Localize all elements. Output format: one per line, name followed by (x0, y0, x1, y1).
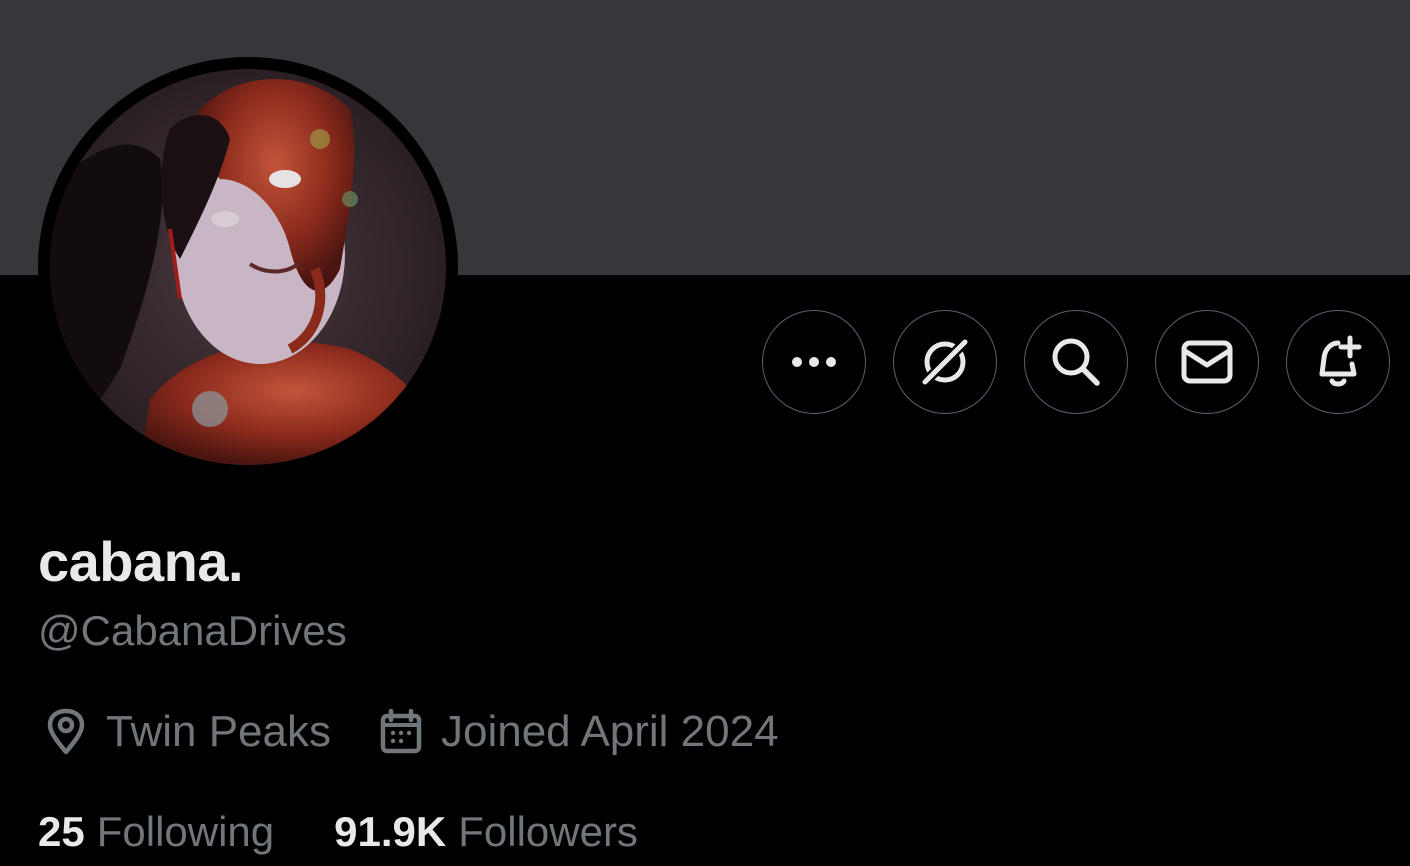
calendar-icon (375, 706, 427, 758)
following-count: 25 (38, 808, 85, 855)
profile-meta: Twin Peaks Joined April 2024 (40, 702, 823, 762)
envelope-icon (1181, 340, 1233, 384)
avatar-image (50, 69, 446, 465)
grok-icon (919, 336, 971, 388)
message-button[interactable] (1155, 310, 1259, 414)
followers-count: 91.9K (334, 808, 447, 855)
followers-link[interactable]: 91.9K Followers (334, 808, 638, 856)
display-name: cabana. (38, 530, 244, 593)
joined-item: Joined April 2024 (375, 706, 779, 758)
profile-stats: 25 Following 91.9K Followers (38, 802, 698, 862)
search-icon (1052, 338, 1100, 386)
location-text: Twin Peaks (106, 707, 331, 756)
avatar[interactable] (50, 69, 446, 465)
user-handle: @CabanaDrives (38, 607, 347, 654)
search-button[interactable] (1024, 310, 1128, 414)
location-item: Twin Peaks (40, 706, 331, 758)
location-pin-icon (40, 706, 92, 758)
more-options-button[interactable] (762, 310, 866, 414)
profile-actions (762, 310, 1392, 416)
joined-text: Joined April 2024 (440, 707, 779, 756)
following-link[interactable]: 25 Following (38, 808, 274, 856)
bell-plus-icon (1319, 335, 1362, 387)
following-label: Following (96, 808, 275, 855)
profile-page: cabana. @CabanaDrives Twin Peaks Joined … (0, 0, 1410, 866)
followers-label: Followers (458, 808, 638, 855)
ellipsis-icon (792, 357, 836, 367)
notify-button[interactable] (1286, 310, 1390, 414)
grok-button[interactable] (893, 310, 997, 414)
